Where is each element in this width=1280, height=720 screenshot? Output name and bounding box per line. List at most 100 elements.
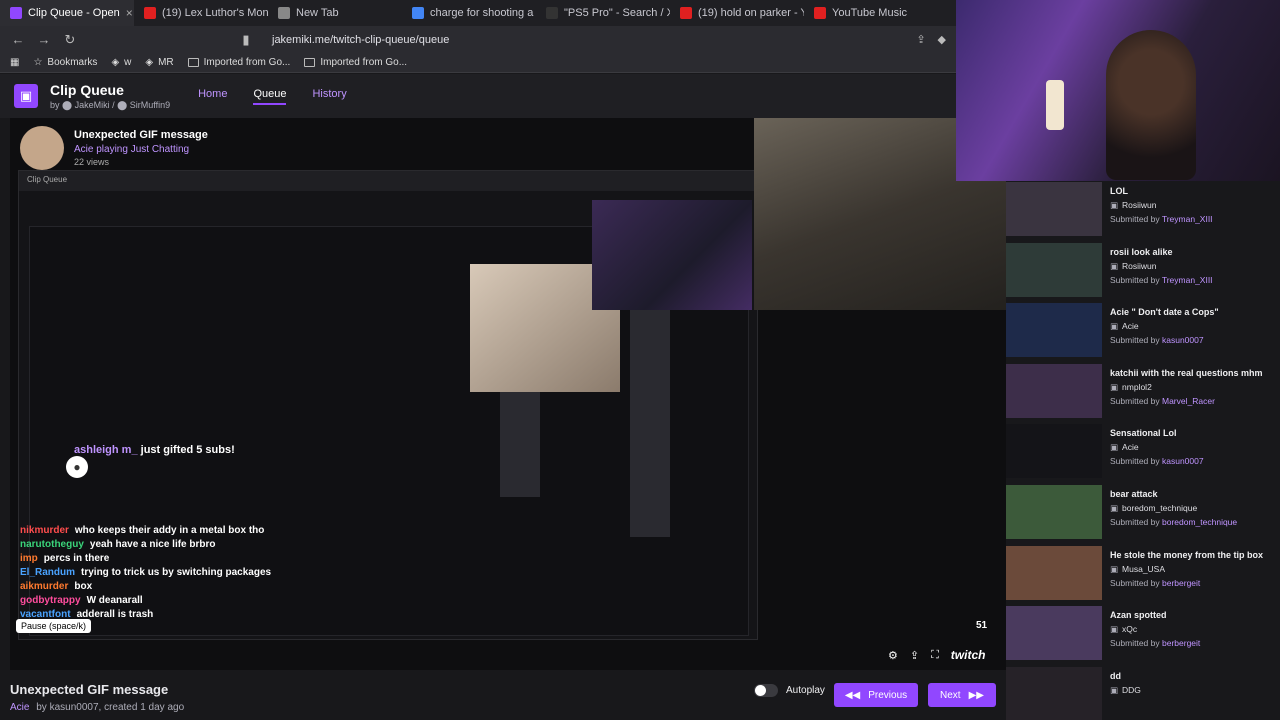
queue-channel: Acie [1122, 442, 1139, 453]
forward-icon[interactable]: → [36, 32, 52, 47]
url-input[interactable]: jakemiki.me/twitch-clip-queue/queue [272, 34, 449, 46]
share-icon[interactable]: ⇪ [910, 649, 919, 662]
queue-item[interactable]: LOL ▣ Rosiiwun Submitted by Treyman_XIII [1006, 181, 1280, 242]
streamer-cam-small [592, 200, 752, 310]
queue-item[interactable]: Acie " Don't date a Cops" ▣ Acie Submitted … [1006, 302, 1280, 363]
bookmark-item[interactable]: Imported from Go... [187, 57, 290, 68]
tab-favicon-icon [10, 7, 22, 19]
app-authors: by ⬤ JakeMiki / ⬤ SirMuffin9 [50, 99, 171, 110]
close-tab-icon[interactable]: × [126, 6, 133, 20]
queue-submitter: Treyman_XIII [1161, 274, 1213, 285]
queue-item[interactable]: He stole the money from the tip box ▣ Musa… [1006, 545, 1280, 606]
queue-channel-line: ▣ Rosiiwun [1110, 200, 1213, 211]
bookmark-label: Imported from Go... [320, 57, 408, 68]
queue-text: LOL ▣ Rosiiwun Submitted by Treyman_XIII [1110, 181, 1213, 242]
browser-tab[interactable]: charge for shooting a dead g... [402, 0, 536, 26]
main-nav: Home Queue History [198, 88, 347, 105]
clip-submitter-prefix: by [36, 702, 47, 713]
github-icon: ⬤ [117, 99, 128, 110]
tab-favicon-icon [546, 7, 558, 19]
queue-thumbnail[interactable] [1006, 182, 1102, 236]
share-icon[interactable]: ⇪ [916, 33, 925, 46]
webcam-person [1106, 30, 1196, 180]
queue-item[interactable]: bear attack ▣ boredom_technique Submitted b… [1006, 484, 1280, 545]
browser-tab[interactable]: YouTube Music [804, 0, 938, 26]
extension-icon[interactable]: ◆ [938, 33, 946, 46]
gift-text: just gifted 5 subs! [140, 444, 235, 456]
queue-item[interactable]: Azan spotted ▣ xQc Submitted by berbergeit [1006, 605, 1280, 666]
bookmark-item[interactable]: Imported from Go... [304, 57, 407, 68]
overlay-game[interactable]: Just Chatting [131, 144, 189, 155]
next-label: Next [940, 689, 961, 701]
overlay-channel[interactable]: Acie [74, 144, 93, 155]
browser-tab[interactable]: (19) Lex Luthor's Monkey Bots [134, 0, 268, 26]
tab-favicon-icon [144, 7, 156, 19]
previous-label: Previous [868, 689, 908, 701]
queue-thumbnail[interactable] [1006, 484, 1102, 539]
chat-text: yeah have a nice life brbro [89, 539, 216, 550]
queue-item[interactable]: dd ▣ DDG [1006, 666, 1280, 720]
clip-channel[interactable]: Acie [10, 702, 29, 713]
bookmark-item[interactable]: ☆ Bookmarks [33, 57, 97, 68]
queue-thumbnail[interactable] [1006, 363, 1102, 418]
queue-channel-line: ▣ DDG [1110, 685, 1141, 696]
overlay-views: 22 views [74, 157, 110, 167]
nav-home[interactable]: Home [198, 88, 227, 105]
channel-icon: ▣ [1110, 684, 1119, 695]
site-icon: ◈ [111, 57, 120, 68]
queue-thumbnail[interactable] [1006, 303, 1102, 358]
bookmark-item[interactable]: ◈ MR [145, 57, 173, 68]
queue-channel-line: ▣ Musa_USA [1110, 564, 1263, 575]
queue-thumbnail[interactable] [1006, 242, 1102, 297]
autoplay-toggle[interactable] [754, 684, 778, 697]
browser-tab[interactable]: "PS5 Pro" - Search / X [536, 0, 670, 26]
queue-title: bear attack [1110, 488, 1158, 499]
queue-item[interactable]: Sensational Lol ▣ Acie Submitted by kasun00… [1006, 423, 1280, 484]
queue-submitter: kasun0007 [1162, 456, 1204, 467]
bookmark-item[interactable]: ◈ w [111, 57, 131, 68]
submitted-label: Submitted by [1110, 274, 1160, 285]
queue-channel: nmplol2 [1122, 381, 1152, 392]
video-player[interactable]: Unexpected GIF message Acie playing Just… [10, 118, 1006, 670]
queue-thumbnail[interactable] [1006, 545, 1102, 600]
bookmark-icon[interactable]: ▮ [238, 32, 254, 48]
previous-button[interactable]: ◀◀ Previous [834, 683, 918, 707]
overlay-clip-title: Unexpected GIF message [74, 129, 208, 141]
fullscreen-icon[interactable]: ⛶ [931, 649, 939, 662]
browser-tab[interactable]: New Tab [268, 0, 402, 26]
queue-thumbnail[interactable] [1006, 606, 1102, 661]
nav-queue[interactable]: Queue [253, 88, 287, 105]
browser-tab[interactable]: (19) hold on parker - YouTube [670, 0, 804, 26]
queue-channel: Rosiiwun [1122, 200, 1157, 210]
queue-item[interactable]: rosii look alike ▣ Rosiiwun Submitted by Tr… [1006, 242, 1280, 303]
author-link-2[interactable]: SirMuffin9 [130, 100, 170, 110]
queue-thumbnail[interactable] [1006, 424, 1102, 479]
twitch-logo[interactable]: twitch [951, 648, 986, 662]
queue-item[interactable]: katchii with the real questions mhm ▣ nmpl… [1006, 363, 1280, 424]
brand: Clip Queue by ⬤ JakeMiki / ⬤ SirMuffin9 [50, 82, 170, 111]
queue-text: Acie " Don't date a Cops" ▣ Acie Submitted … [1110, 302, 1219, 363]
author-link-1[interactable]: JakeMiki [75, 100, 110, 110]
queue-channel: xQc [1122, 624, 1138, 635]
apps-grid-icon[interactable]: ▦ [10, 57, 19, 68]
app-logo-icon[interactable]: ▣ [14, 84, 38, 108]
queue-channel: DDG [1122, 684, 1141, 695]
clip-overlay-info: Unexpected GIF message Acie playing Just… [20, 126, 208, 170]
queue-channel-line: ▣ nmplol2 [1110, 382, 1263, 393]
clip-queue-list: LOL ▣ Rosiiwun Submitted by Treyman_XIIIros… [1006, 181, 1280, 720]
channel-icon: ▣ [1110, 260, 1119, 271]
back-icon[interactable]: ← [10, 32, 26, 47]
streamer-webcam [956, 0, 1280, 181]
overlay-game-prefix: playing [96, 144, 128, 155]
tab-label: "PS5 Pro" - Search / X [564, 7, 670, 19]
reload-icon[interactable]: ↻ [62, 32, 78, 48]
browser-tab[interactable]: Clip Queue - Open × [0, 0, 134, 26]
queue-title: rosii look alike [1110, 246, 1173, 257]
queue-channel-line: ▣ Acie [1110, 442, 1204, 453]
settings-icon[interactable]: ⚙ [888, 649, 898, 662]
chat-message: imp percs in there [20, 552, 320, 566]
nav-history[interactable]: History [312, 88, 346, 105]
next-button[interactable]: Next ▶▶ [928, 683, 996, 707]
chat-text: percs in there [43, 553, 110, 564]
queue-thumbnail[interactable] [1006, 666, 1102, 720]
